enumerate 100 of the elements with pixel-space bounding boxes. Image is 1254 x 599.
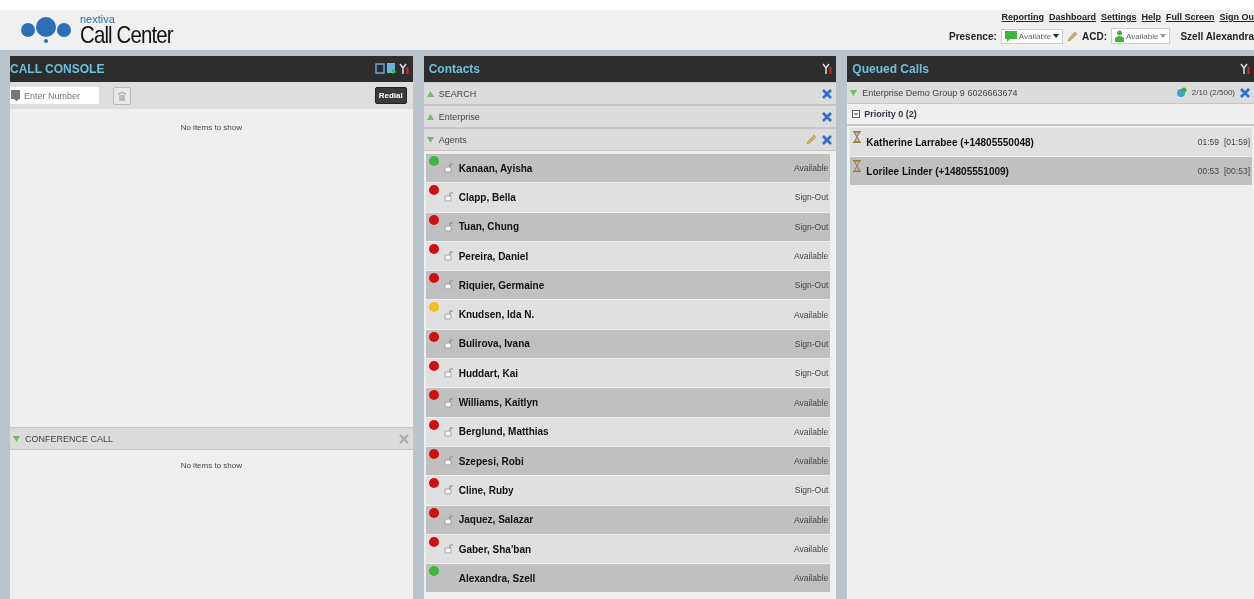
phone-icon [443,368,454,379]
agent-row[interactable]: Cline, Ruby Sign-Out [425,476,831,505]
agent-row[interactable]: Alexandra, Szell Available [425,564,831,593]
section-header[interactable]: Agents [423,128,837,151]
hourglass-icon [853,131,862,143]
section-title[interactable]: Agents [438,134,802,145]
pencil-icon [806,134,818,145]
header-link[interactable]: Full Screen [1166,12,1215,22]
agent-name: Knudsen, Ida N. [458,309,536,321]
panel-title: Queued Calls [852,62,929,76]
agent-row[interactable]: Huddart, Kai Sign-Out [425,359,831,388]
acd-select[interactable]: Available [1111,28,1171,44]
caret-icon [1053,34,1060,38]
agent-status: Sign-Out [794,280,829,291]
person-icon [1115,30,1125,42]
panel-title: CALL CONSOLE [10,62,105,76]
agent-status: Sign-Out [794,485,829,496]
agent-status: Available [794,426,829,437]
settings-icon[interactable] [398,63,409,75]
agent-status: Available [794,456,829,467]
agent-status: Sign-Out [794,368,829,379]
pencil-icon [1067,30,1079,42]
agent-row[interactable]: Williams, Kaitlyn Available [425,388,831,417]
header-link[interactable]: Help [1141,12,1161,22]
close-icon[interactable] [822,88,833,99]
header-link[interactable]: Dashboard [1048,12,1096,22]
close-icon[interactable] [822,134,833,145]
chat-bubble-icon [1004,30,1017,42]
caller-name: Katherine Larrabee (+14805550048) [866,136,1035,148]
agent-status: Available [794,251,829,262]
phone-icon [443,397,454,408]
agent-name: Alexandra, Szell [458,572,537,584]
section-header[interactable]: SEARCH [423,82,837,105]
agent-row[interactable]: Tuan, Chung Sign-Out [425,212,831,241]
product-name: Call Center [80,22,173,47]
agent-row[interactable]: Knudsen, Ida N. Available [425,300,831,329]
agent-row[interactable]: Riquier, Germaine Sign-Out [425,271,831,300]
number-input[interactable]: Enter Number [24,90,94,101]
close-icon [398,433,409,444]
phone-icon [443,192,454,203]
agent-row[interactable]: Jaquez, Salazar Available [425,505,831,534]
agent-status: Available [794,397,829,408]
agent-name: Tuan, Chung [458,221,521,233]
caret-icon [1160,34,1167,38]
phone-icon [443,456,454,467]
queue-count: 2/10 (2/500) [1191,88,1235,97]
agent-row[interactable]: Szepesi, Robi Available [425,446,831,476]
phone-icon [443,514,454,525]
phone-icon [443,280,454,291]
queued-call-row[interactable]: Lorilee Linder (+14805551009) 00:53 [00:53] [850,157,1252,185]
settings-icon[interactable] [822,63,833,75]
presence-select[interactable]: Available [1000,28,1064,44]
header-link[interactable]: Sign Ou [1219,12,1254,22]
agent-status: Available [794,573,829,584]
queued-call-row[interactable]: Katherine Larrabee (+14805550048) 01:59 [01:59] [850,128,1252,156]
section-title: CONFERENCE CALL [25,433,115,444]
header-link[interactable]: Reporting [1001,12,1044,22]
agent-row[interactable]: Pereira, Daniel Available [425,241,831,271]
wait-time: 01:59 [1197,137,1219,147]
panel-title: Contacts [428,62,480,76]
agent-status: Sign-Out [794,221,829,232]
phone-icon [443,163,454,174]
agent-row[interactable]: Kanaan, Ayisha Available [425,154,831,183]
agent-name: Huddart, Kai [458,367,520,379]
redial-button[interactable]: Redial [374,87,407,104]
agent-name: Pereira, Daniel [458,250,530,262]
agent-status: Available [794,544,829,554]
phone-icon [443,544,454,554]
number-field[interactable]: Enter Number [10,87,99,104]
phone-icon [443,426,454,437]
notes-icon [386,63,397,74]
agent-row[interactable]: Bulirova, Ivana Sign-Out [425,329,831,359]
agent-name: Clapp, Bella [458,191,517,203]
wait-time: 00:53 [1197,166,1219,176]
agent-status: Available [794,309,829,320]
total-time: [00:53] [1224,166,1250,176]
phone-icon [443,251,454,262]
agent-name: Williams, Kaitlyn [458,397,540,408]
section-title[interactable]: SEARCH [438,88,818,99]
agent-status: Sign-Out [794,192,829,203]
phone-icon [443,221,454,232]
presence-label: Presence: [948,30,997,42]
section-title[interactable]: Enterprise [438,111,818,122]
logo-drawing [18,15,74,45]
close-icon[interactable] [822,111,833,122]
settings-icon[interactable] [1240,63,1250,75]
priority-label: Priority 0 (2) [864,109,917,119]
agent-row[interactable]: Clapp, Bella Sign-Out [425,183,831,212]
agent-row[interactable]: Berglund, Matthias Available [425,417,831,446]
close-icon[interactable] [1240,87,1250,98]
phone-icon [443,338,454,349]
section-header[interactable]: Enterprise [423,105,837,128]
phone-icon [443,309,454,320]
acd-label: ACD: [1082,30,1108,42]
caller-name: Lorilee Linder (+14805551009) [866,165,1010,177]
agent-name: Cline, Ruby [458,484,515,496]
agent-status: Sign-Out [794,338,829,349]
header-link[interactable]: Settings [1100,12,1137,22]
agent-row[interactable]: Gaber, Sha'ban Available [425,534,831,564]
agent-name: Kanaan, Ayisha [458,162,534,174]
